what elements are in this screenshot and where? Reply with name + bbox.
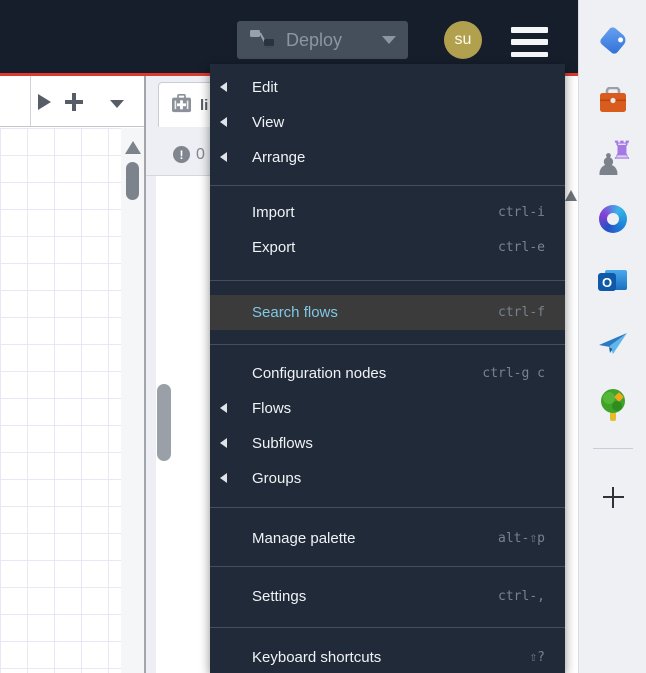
deploy-button[interactable]: Deploy <box>237 21 408 59</box>
panel-scrollbar-thumb[interactable] <box>157 384 171 461</box>
canvas-scrollbar-thumb[interactable] <box>126 162 139 200</box>
menu-item-manage-palette[interactable]: Manage palette alt-⇧p <box>210 521 565 556</box>
submenu-arrow-icon <box>220 473 227 483</box>
sidebar-item-microsoft-365[interactable] <box>593 199 633 239</box>
main-dropdown-menu: Edit View Arrange Import ctrl-i Export c… <box>210 64 565 673</box>
user-avatar-initials: su <box>454 31 472 48</box>
panel-scrollbar-up-button[interactable] <box>565 190 577 201</box>
flow-list-chevron-down-icon[interactable] <box>110 100 124 108</box>
submenu-arrow-icon <box>220 82 227 92</box>
menu-item-export[interactable]: Export ctrl-e <box>210 230 565 265</box>
panel-tab-label: li <box>200 97 209 114</box>
issue-count: 0 <box>196 146 205 163</box>
menu-item-keyboard-shortcuts[interactable]: Keyboard shortcuts ⇧? <box>210 640 565 673</box>
sidebar-item-paper-plane[interactable] <box>593 325 633 365</box>
add-flow-button[interactable] <box>65 93 83 111</box>
canvas-scrollbar-up-button[interactable] <box>125 141 141 154</box>
submenu-arrow-icon <box>220 117 227 127</box>
submenu-arrow-icon <box>220 403 227 413</box>
deploy-button-label: Deploy <box>286 29 343 50</box>
hamburger-menu-icon <box>511 27 548 33</box>
plus-icon <box>602 486 624 508</box>
microsoft-365-icon <box>599 205 627 233</box>
shortcut-hint: ctrl-, <box>498 589 545 604</box>
main-menu-button[interactable] <box>511 27 548 57</box>
shortcut-hint: ⇧? <box>529 650 545 665</box>
shortcut-hint: ctrl-f <box>498 305 545 320</box>
canvas-scrollbar[interactable] <box>121 128 144 673</box>
submenu-arrow-icon <box>220 438 227 448</box>
panel-right-scrollbar[interactable] <box>564 76 578 673</box>
shortcut-hint: ctrl-g c <box>482 366 545 381</box>
shortcut-hint: alt-⇧p <box>498 531 545 546</box>
menu-item-groups[interactable]: Groups <box>210 461 565 496</box>
menu-item-edit[interactable]: Edit <box>210 70 565 105</box>
shortcut-hint: ctrl-i <box>498 205 545 220</box>
tree-icon <box>597 387 629 428</box>
deploy-options-chevron-down-icon[interactable] <box>382 36 396 44</box>
tag-icon <box>598 25 628 55</box>
exclamation-circle-icon: ! <box>173 146 190 163</box>
menu-item-configuration-nodes[interactable]: Configuration nodes ctrl-g c <box>210 356 565 391</box>
paper-plane-icon <box>598 330 628 361</box>
sidebar-item-outlook[interactable]: O <box>593 262 633 302</box>
tab-scroll-right-button[interactable] <box>38 94 51 110</box>
shortcut-hint: ctrl-e <box>498 240 545 255</box>
sidebar-item-shopping-tag[interactable] <box>593 20 633 60</box>
sidebar-item-tree[interactable] <box>593 387 633 427</box>
user-avatar[interactable]: su <box>444 21 482 59</box>
node-red-app: Deploy su li ! 0 Edit View Arrange Impor… <box>0 0 646 673</box>
sidebar-item-toolbox[interactable] <box>593 83 633 123</box>
submenu-arrow-icon <box>220 152 227 162</box>
menu-item-search-flows[interactable]: Search flows ctrl-f <box>210 295 565 330</box>
menu-item-arrange[interactable]: Arrange <box>210 140 565 175</box>
sidebar-divider <box>593 448 633 449</box>
outlook-icon: O <box>598 268 628 296</box>
menu-item-settings[interactable]: Settings ctrl-, <box>210 579 565 614</box>
browser-sidebar: ♜ ♟ O <box>578 0 646 673</box>
deploy-icon <box>249 27 276 54</box>
flow-canvas-grid[interactable] <box>0 128 121 673</box>
chess-pieces-icon: ♜ ♟ <box>595 136 633 183</box>
medkit-icon <box>171 93 192 118</box>
menu-item-subflows[interactable]: Subflows <box>210 426 565 461</box>
sidebar-add-button[interactable] <box>593 477 633 517</box>
toolbox-icon <box>598 86 628 119</box>
menu-item-view[interactable]: View <box>210 105 565 140</box>
sidebar-item-chess[interactable]: ♜ ♟ <box>593 136 633 183</box>
tab-bar-separator <box>30 76 31 126</box>
menu-item-flows[interactable]: Flows <box>210 391 565 426</box>
menu-item-import[interactable]: Import ctrl-i <box>210 195 565 230</box>
